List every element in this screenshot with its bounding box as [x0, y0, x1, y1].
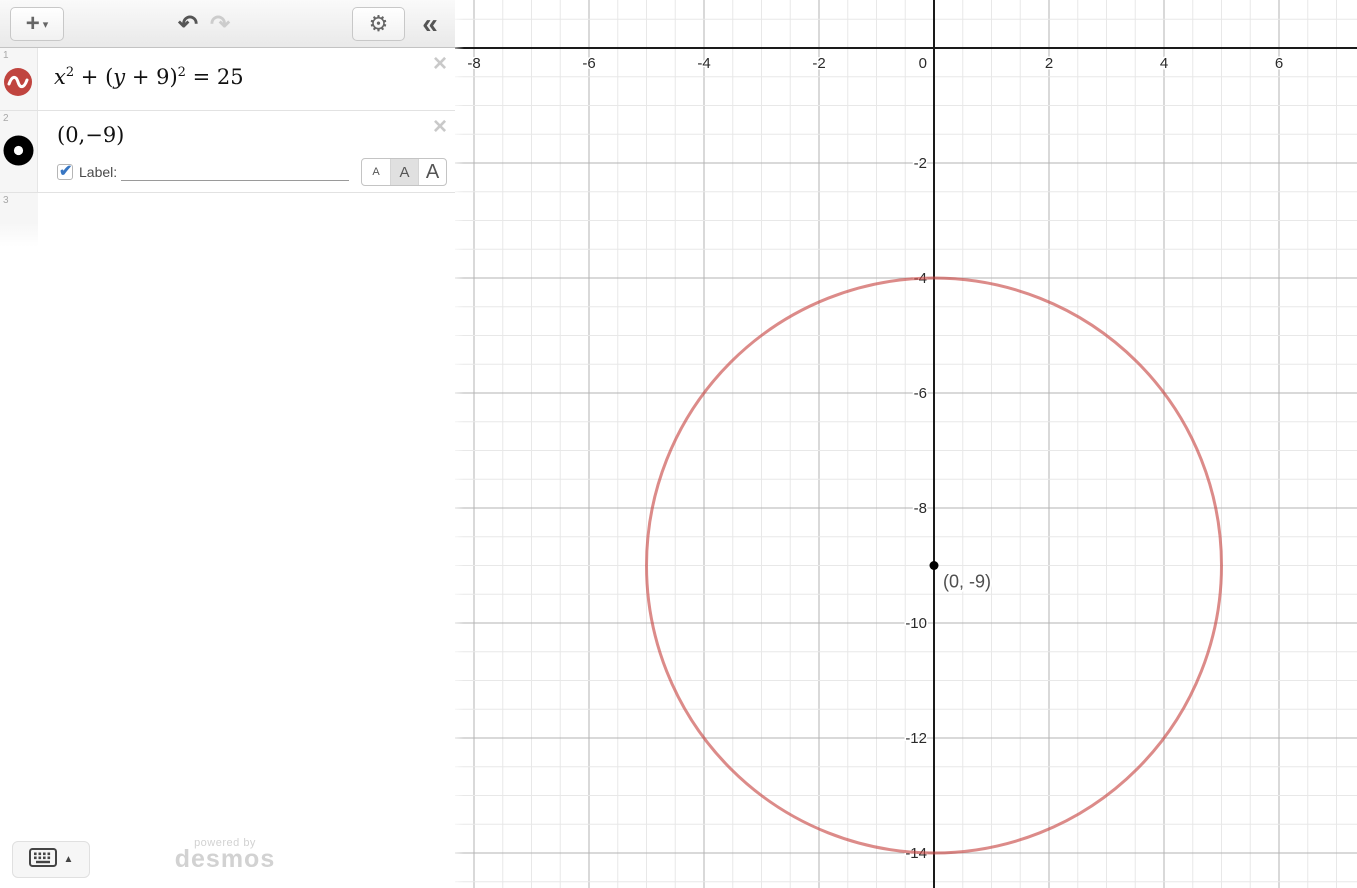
svg-text:-8: -8 — [914, 500, 927, 517]
show-keyboard-button[interactable]: ▲ — [12, 841, 90, 878]
label-size-button[interactable]: A — [390, 159, 418, 185]
checkmark-icon: ✔ — [59, 163, 73, 180]
expression-row-3-empty[interactable]: 3 — [0, 193, 455, 247]
label-checkbox[interactable]: ✔ — [57, 163, 73, 180]
label-size-group: A A A — [361, 158, 447, 186]
svg-text:-8: -8 — [467, 55, 480, 72]
plus-icon: + — [25, 10, 40, 37]
row-index: 1 — [3, 50, 9, 61]
label-caption: Label: — [79, 164, 118, 180]
graph-paper[interactable]: -8 -6 -4 -2 0 2 4 6 -2 -4 -6 -8 -10 -12 -14 (0, -9) — [448, 0, 1357, 888]
point-style-icon[interactable] — [3, 135, 34, 171]
collapse-panel-button[interactable]: « — [410, 4, 450, 44]
point-text[interactable]: (0,−9) — [57, 123, 124, 147]
graph-canvas[interactable]: -8 -6 -4 -2 0 2 4 6-2-4-6-8-10-12-14(0, -9) — [448, 0, 1357, 888]
undo-icon: ↶ — [177, 10, 199, 38]
chevron-up-icon: ▲ — [63, 854, 74, 865]
svg-text:2: 2 — [1045, 55, 1053, 72]
undo-button[interactable]: ↶ — [172, 8, 204, 40]
expression-content[interactable]: (0,−9) × ✔ Label: A A A — [39, 111, 455, 192]
desmos-watermark: powered by desmos — [155, 837, 295, 873]
gear-icon: ⚙ — [368, 11, 389, 36]
label-options-row: ✔ Label: A A A — [57, 158, 447, 186]
svg-text:-10: -10 — [905, 615, 927, 632]
expression-row-1[interactable]: 1 x2 + (y + 9)2 = 25 × — [0, 48, 455, 111]
equation-text[interactable]: x2 + (y + 9)2 = 25 — [54, 65, 244, 89]
chevron-down-icon: ▾ — [42, 18, 49, 31]
keyboard-icon — [28, 847, 57, 872]
label-input[interactable] — [121, 163, 349, 181]
curve-color-icon[interactable] — [3, 67, 33, 102]
row-index: 3 — [3, 195, 9, 206]
svg-text:(0, -9): (0, -9) — [943, 572, 991, 592]
svg-text:-6: -6 — [914, 385, 927, 402]
redo-button[interactable]: ↷ — [204, 8, 236, 40]
toolbar: + ▾ ↶ ↷ ⚙ « — [0, 0, 455, 48]
svg-text:6: 6 — [1275, 55, 1283, 72]
chevrons-left-icon: « — [422, 8, 438, 39]
add-expression-button[interactable]: + ▾ — [10, 7, 64, 41]
redo-icon: ↷ — [209, 10, 231, 38]
close-icon[interactable]: × — [433, 52, 447, 76]
graph-settings-button[interactable]: ⚙ — [352, 7, 405, 41]
label-size-button[interactable]: A — [362, 159, 390, 185]
svg-text:-12: -12 — [905, 730, 927, 747]
desmos-app: + ▾ ↶ ↷ ⚙ « 1 x2 + (y + 9)2 = 25 × 2 (0,… — [0, 0, 1357, 888]
svg-text:-4: -4 — [697, 55, 710, 72]
svg-text:0: 0 — [919, 55, 927, 72]
expression-content[interactable]: x2 + (y + 9)2 = 25 × — [39, 48, 455, 110]
expression-row-2[interactable]: 2 (0,−9) × ✔ Label: A A A — [0, 111, 455, 193]
expression-list: 1 x2 + (y + 9)2 = 25 × 2 (0,−9) × ✔ Labe… — [0, 48, 455, 247]
svg-text:4: 4 — [1160, 55, 1168, 72]
expression-panel: + ▾ ↶ ↷ ⚙ « 1 x2 + (y + 9)2 = 25 × 2 (0,… — [0, 0, 455, 888]
svg-text:-2: -2 — [812, 55, 825, 72]
svg-text:-6: -6 — [582, 55, 595, 72]
close-icon[interactable]: × — [433, 115, 447, 139]
desmos-logo-text: desmos — [174, 844, 276, 873]
row-index: 2 — [3, 113, 9, 124]
label-size-button[interactable]: A — [418, 159, 446, 185]
svg-text:-2: -2 — [914, 155, 927, 172]
